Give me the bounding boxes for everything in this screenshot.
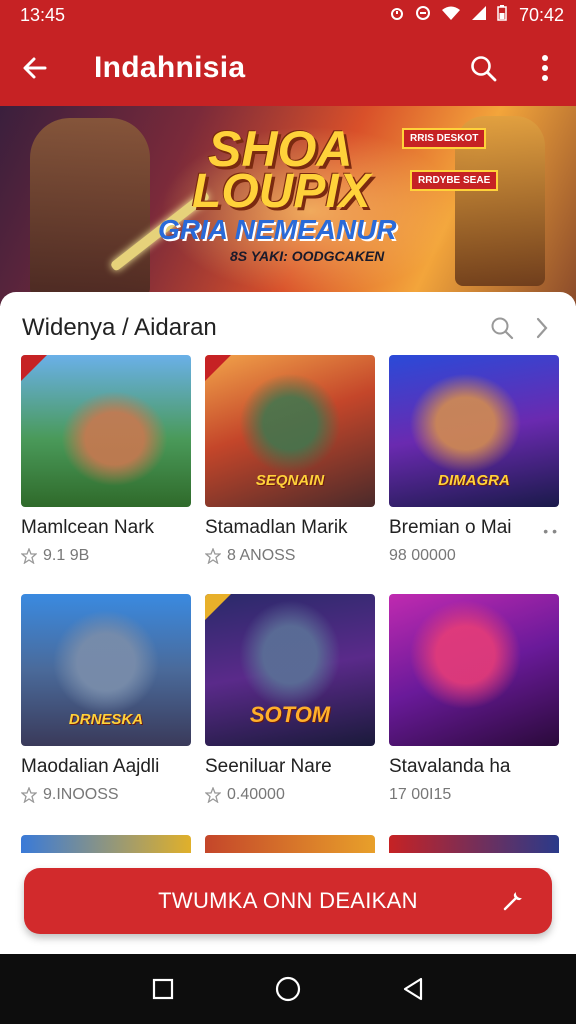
system-back-button[interactable] [393,969,433,1009]
cta-label: TWUMKA ONN DEAIKAN [158,888,418,913]
badge-corner [205,355,231,381]
app-title: Indahnisia [94,51,246,84]
game-name: Mamlcean Nark [21,517,155,538]
more-vert-icon [542,55,548,81]
game-name: Stamadlan Marik [205,517,348,538]
game-rating-value: 0.40000 [227,786,285,803]
badge-corner [205,594,231,620]
star-icon [205,548,221,564]
game-rating: 9.1 9B [21,547,191,565]
banner-badge-2: RRDYBE SEAE [410,170,499,191]
battery-icon [497,4,507,26]
game-logo-text: SEQNAIN [255,472,325,489]
tools-icon [503,892,522,911]
back-button[interactable] [0,30,70,106]
game-name: Seeniluar Nare [205,756,332,777]
game-thumbnail [389,594,559,746]
game-card[interactable]: Stavalanda ha 17 00I15 [389,594,559,804]
game-rating: 8 ANOSS [205,547,375,565]
game-thumbnail-partial[interactable] [389,835,559,853]
game-rating-value: 98 00000 [389,547,456,564]
game-thumbnail: DIMAGRA [389,355,559,507]
badge-corner [21,355,47,381]
search-icon [471,56,497,82]
game-rating: 9.INOOSS [21,786,191,804]
more-options-button[interactable] [514,30,576,106]
promo-banner[interactable]: SHOA LOUPIX GRIA NEMEANUR 8S YAKI: OODGC… [0,106,576,306]
banner-title-line2: LOUPIX [192,165,371,218]
section-title: Widenya / Aidaran [22,314,217,341]
status-time-right: 70:42 [518,4,564,25]
game-rating-value: 9.1 9B [43,547,90,564]
game-name: Bremian o Mai [389,517,512,538]
arrow-left-icon [23,57,47,79]
circle-icon [275,976,301,1002]
app-bar: Indahnisia [0,30,576,106]
game-rating-value: 8 ANOSS [227,547,296,564]
game-logo-text: SOTOM [249,702,331,727]
game-rating: 98 00000 [389,547,559,565]
game-logo-text: DIMAGRA [438,472,510,489]
triangle-back-icon [404,977,423,1001]
game-rating-value: 17 00I15 [389,786,452,803]
recents-button[interactable] [143,969,183,1009]
game-logo-text: DRNESKA [68,711,144,728]
star-icon [21,548,37,564]
section-search-button[interactable] [482,310,522,346]
banner-hero-left-image [30,118,150,298]
game-name: Maodalian Aajdli [21,756,160,777]
game-thumbnail-partial[interactable] [205,835,375,853]
wifi-icon [441,5,461,26]
banner-tagline: 8S YAKI: OODGCAKEN [230,248,385,264]
game-card[interactable]: DIMAGRA Bremian o Mai 98 00000 • • [389,355,559,565]
game-thumbnail: SOTOM [205,594,375,746]
status-bar: 13:45 70:42 [0,0,576,30]
signal-icon [471,5,487,26]
game-card[interactable]: DRNESKA Maodalian Aajdli 9.INOOSS [21,594,191,804]
square-icon [152,978,173,1000]
banner-badge-1: RRIS DESKOT [402,128,487,149]
alarm-icon [389,5,405,26]
search-icon [491,317,514,340]
search-button[interactable] [452,30,514,106]
banner-subtitle: GRIA NEMEANUR [158,214,397,245]
chevron-right-icon [536,317,548,339]
home-button[interactable] [268,969,308,1009]
game-thumbnail [21,355,191,507]
status-icons: 70:42 [389,4,564,26]
game-card[interactable]: SOTOM Seeniluar Nare 0.40000 [205,594,375,804]
download-cta-button[interactable]: TWUMKA ONN DEAIKAN [24,868,552,934]
game-thumbnail: SEQNAIN [205,355,375,507]
more-dots-icon[interactable]: • • [543,523,557,539]
content-sheet: Widenya / Aidaran Mamlcean Nark 9.1 9B S… [0,292,576,954]
game-card[interactable]: Mamlcean Nark 9.1 9B [21,355,191,565]
system-nav-bar [0,954,576,1024]
section-header: Widenya / Aidaran [22,310,562,346]
game-thumbnail: DRNESKA [21,594,191,746]
game-card[interactable]: SEQNAIN Stamadlan Marik 8 ANOSS [205,355,375,565]
dnd-icon [415,5,431,26]
game-thumbnail-partial[interactable] [21,835,191,853]
star-icon [21,787,37,803]
star-icon [205,787,221,803]
status-time-left: 13:45 [20,4,66,25]
game-rating-value: 9.INOOSS [43,786,119,803]
game-rating: 0.40000 [205,786,375,804]
game-rating: 17 00I15 [389,786,559,804]
game-name: Stavalanda ha [389,756,511,777]
section-next-button[interactable] [522,310,562,346]
